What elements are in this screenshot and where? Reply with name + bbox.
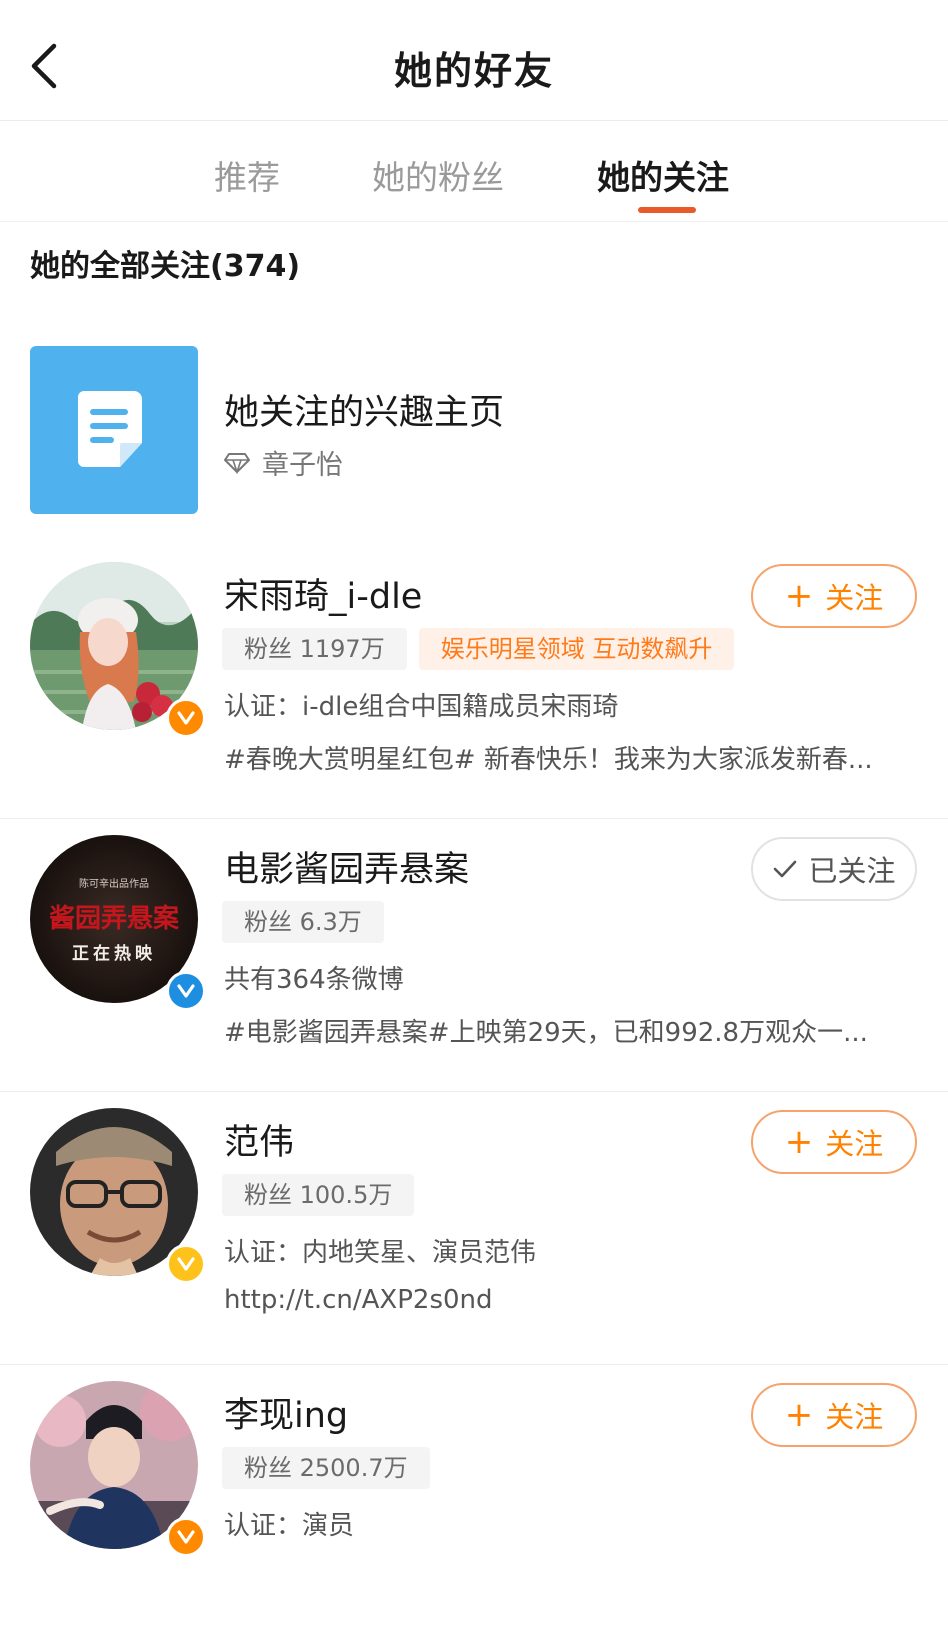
interest-tile (30, 346, 198, 514)
user-name[interactable]: 电影酱园弄悬案 (224, 841, 469, 892)
avatar-movie-subtitle: 正在热映 (72, 943, 156, 964)
follow-button[interactable]: + 关注 (751, 564, 917, 628)
tag-row: 粉丝 2500.7万 (222, 1447, 430, 1489)
follow-label: 关注 (825, 1127, 884, 1161)
follow-button[interactable]: + 关注 (751, 1383, 917, 1447)
tab-bar: 推荐 她的粉丝 她的关注 (0, 121, 948, 222)
plus-icon: + (784, 576, 814, 616)
interest-owner: 章子怡 (224, 443, 343, 482)
tag-row: 粉丝 6.3万 (222, 901, 384, 943)
plus-icon: + (784, 1395, 814, 1435)
latest-post[interactable]: #春晚大赏明星红包# 新春快乐！我来为大家派发新春... (224, 739, 914, 776)
section-title: 她的全部关注(374) (30, 249, 301, 284)
follow-label: 关注 (825, 1400, 884, 1434)
user-post-count: 共有364条微博 (224, 965, 404, 995)
user-verification: 认证：i-dle组合中国籍成员宋雨琦 (224, 692, 619, 722)
diamond-icon (224, 452, 250, 474)
latest-post-link[interactable]: http://t.cn/AXP2s0nd (224, 1285, 914, 1315)
verified-badge-icon (166, 1517, 206, 1557)
verified-badge-icon (166, 971, 206, 1011)
tab-followers[interactable]: 她的粉丝 (372, 151, 504, 199)
active-tab-indicator (638, 207, 696, 213)
plus-icon: + (784, 1122, 814, 1162)
user-name[interactable]: 范伟 (224, 1114, 294, 1165)
user-name[interactable]: 李现ing (224, 1387, 348, 1438)
tag-row: 粉丝 1197万 娱乐明星领域 互动数飙升 (222, 628, 735, 670)
following-user-row[interactable]: 范伟 粉丝 100.5万 认证：内地笑星、演员范伟 http://t.cn/AX… (0, 1092, 948, 1365)
verified-badge-icon (166, 698, 206, 738)
user-verification: 认证：内地笑星、演员范伟 (224, 1238, 537, 1268)
header-bar: 她的好友 (0, 0, 948, 121)
fans-count: 粉丝 1197万 (222, 628, 407, 670)
interest-title: 她关注的兴趣主页 (224, 393, 505, 433)
following-user-row[interactable]: 宋雨琦_i-dle 粉丝 1197万 娱乐明星领域 互动数飙升 认证：i-dle… (0, 546, 948, 819)
user-name[interactable]: 宋雨琦_i-dle (224, 568, 422, 619)
followed-button[interactable]: 已关注 (751, 837, 917, 901)
tab-recommend[interactable]: 推荐 (214, 151, 280, 199)
latest-post[interactable]: #电影酱园弄悬案#上映第29天，已和992.8万观众一... (224, 1012, 914, 1049)
checkmark-icon (772, 859, 798, 879)
tab-following[interactable]: 她的关注 (597, 151, 729, 199)
document-icon (78, 391, 142, 467)
user-verification: 认证：演员 (224, 1511, 355, 1541)
fans-count: 粉丝 2500.7万 (222, 1447, 430, 1489)
following-user-row[interactable]: 李现ing 粉丝 2500.7万 认证：演员 + 关注 (0, 1365, 948, 1637)
fans-count: 粉丝 6.3万 (222, 901, 384, 943)
page-title: 她的好友 (393, 49, 554, 93)
follow-button[interactable]: + 关注 (751, 1110, 917, 1174)
following-user-row[interactable]: 陈可辛出品作品 酱园弄悬案 正在热映 电影酱园弄悬案 粉丝 6.3万 共有364… (0, 819, 948, 1092)
fans-count: 粉丝 100.5万 (222, 1174, 415, 1216)
verified-badge-icon (166, 1244, 206, 1284)
interest-owner-name: 章子怡 (262, 450, 343, 481)
hot-tag[interactable]: 娱乐明星领域 互动数飙升 (418, 628, 735, 670)
followed-label: 已关注 (808, 854, 896, 888)
interest-pages-item[interactable]: 她关注的兴趣主页 章子怡 (0, 330, 948, 530)
follow-label: 关注 (825, 581, 884, 615)
avatar-small-text: 陈可辛出品作品 (79, 877, 149, 890)
tag-row: 粉丝 100.5万 (222, 1174, 415, 1216)
avatar-movie-title: 酱园弄悬案 (49, 903, 180, 934)
